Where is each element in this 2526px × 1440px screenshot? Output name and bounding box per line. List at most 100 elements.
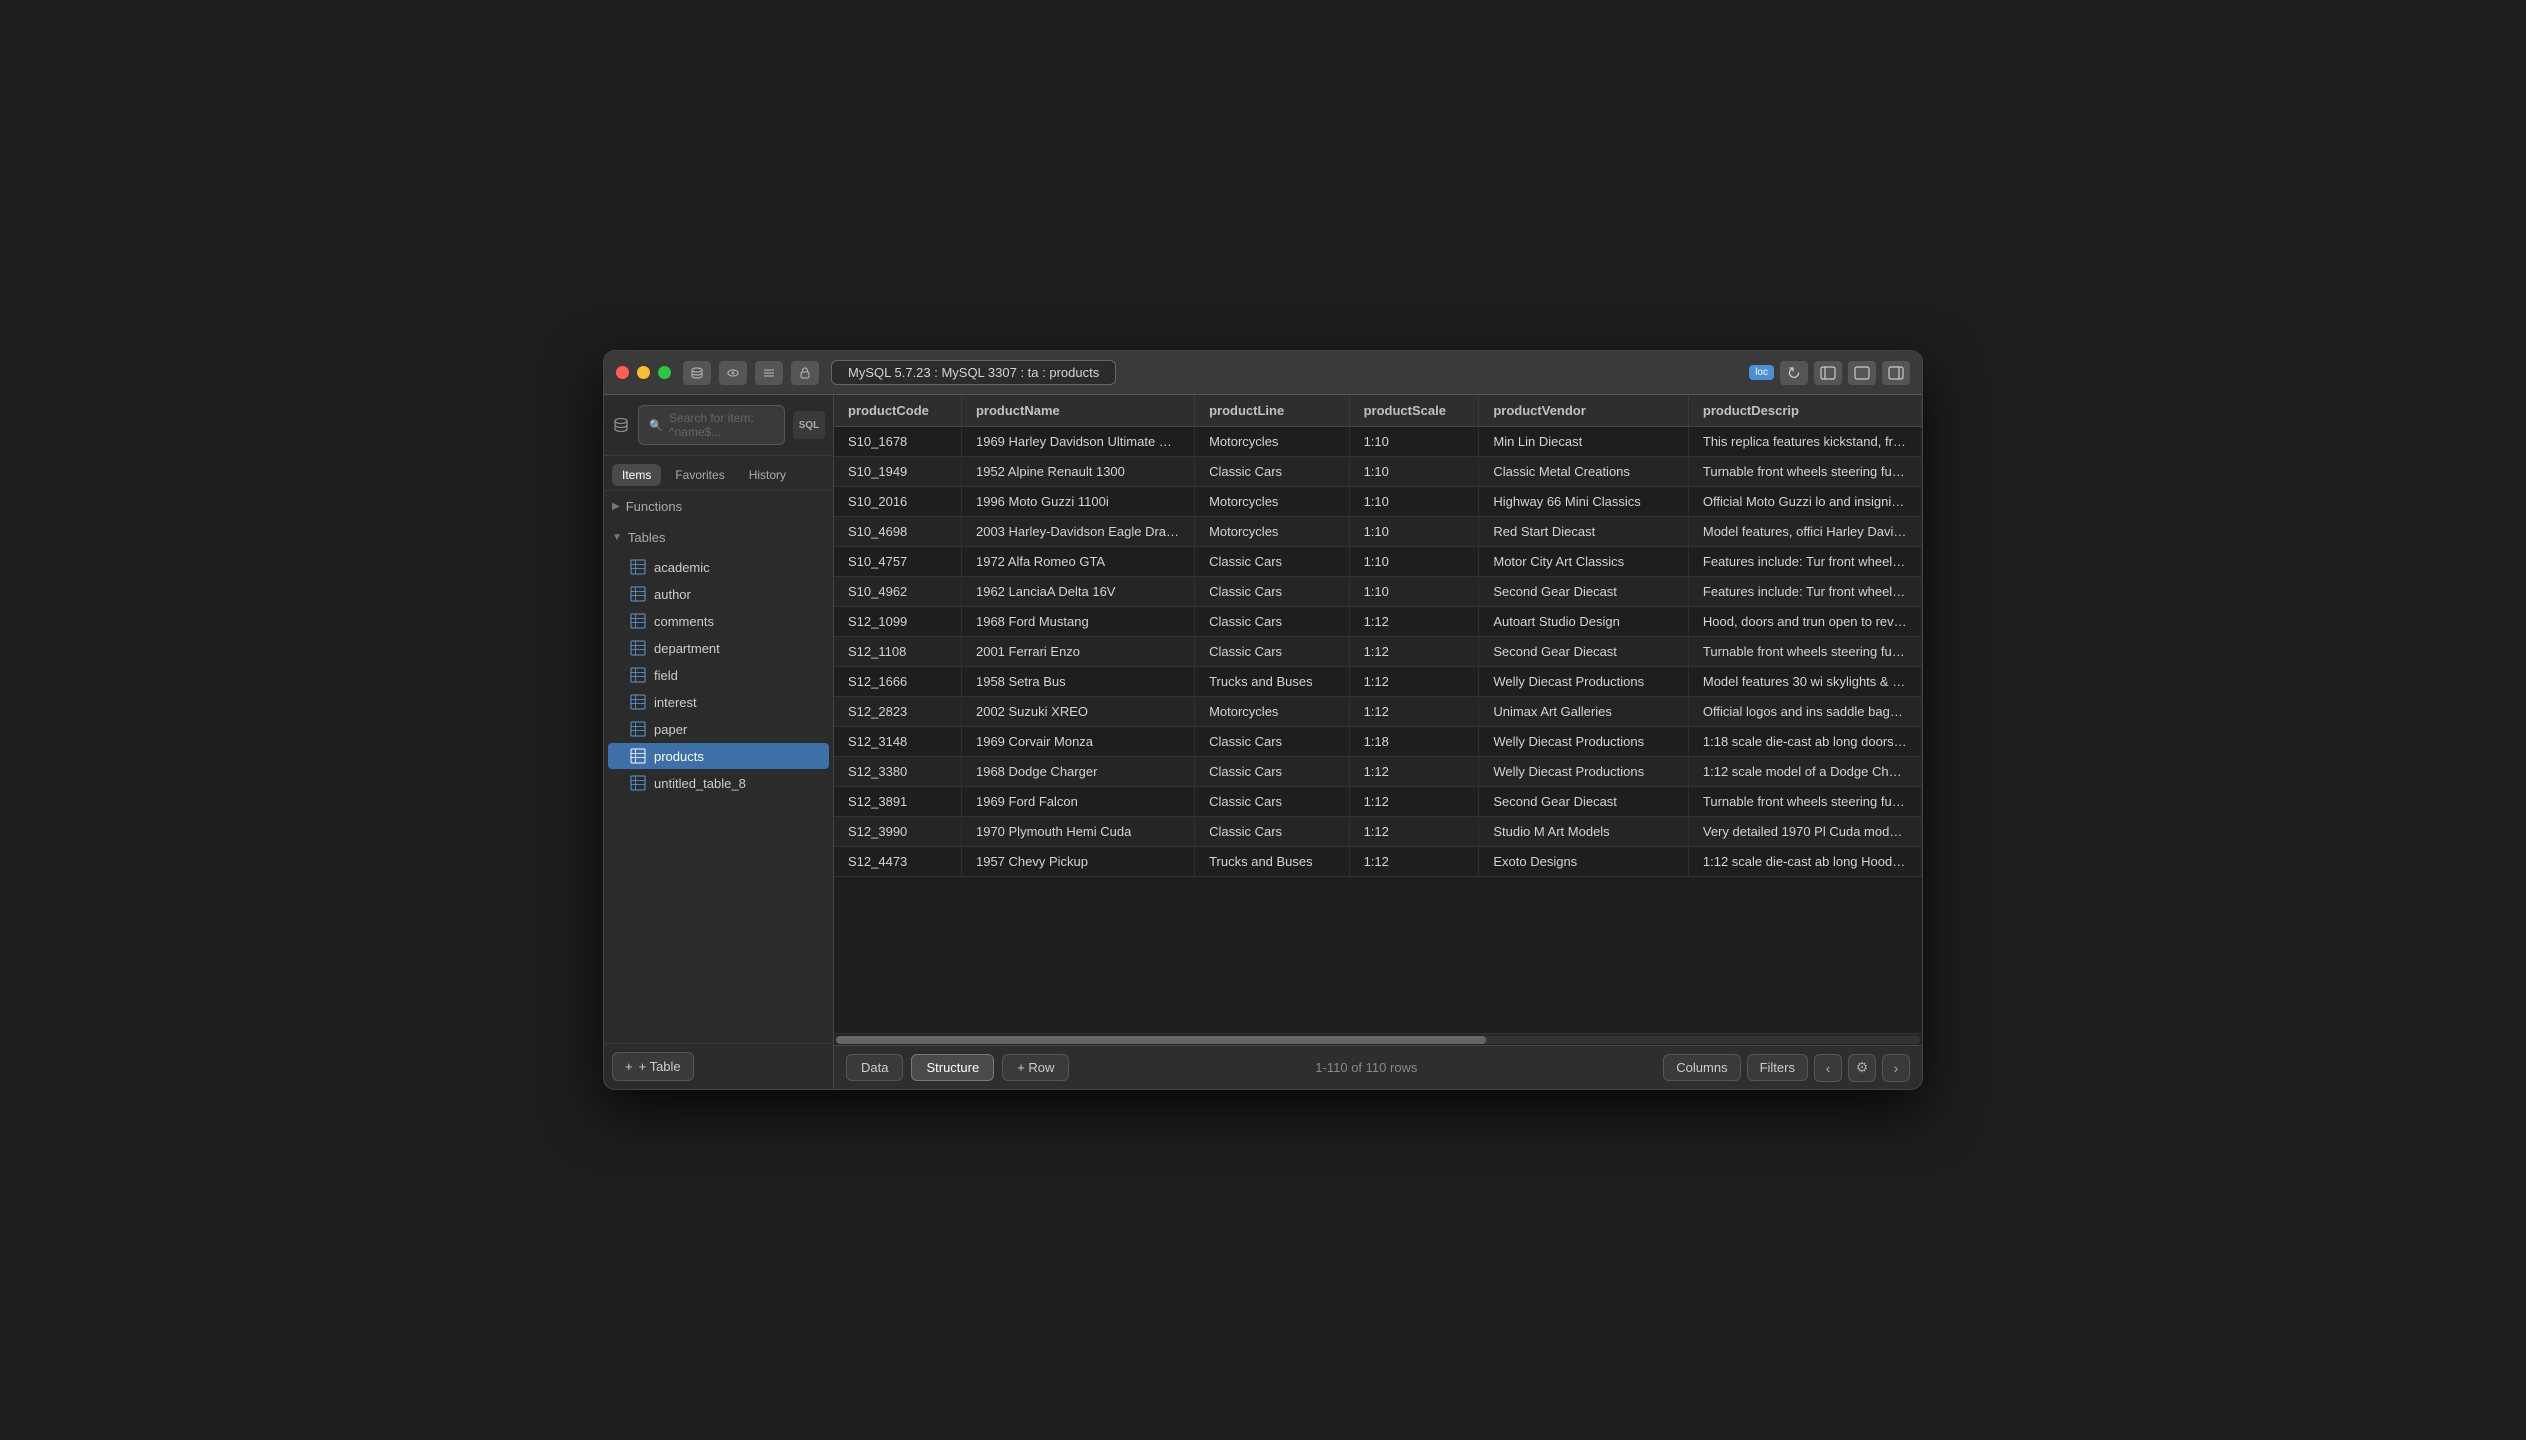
lock-icon[interactable] (791, 361, 819, 385)
cell-4-2[interactable]: Classic Cars (1195, 547, 1350, 577)
cell-6-4[interactable]: Autoart Studio Design (1479, 607, 1689, 637)
table-row[interactable]: S12_33801968 Dodge ChargerClassic Cars1:… (834, 757, 1922, 787)
table-row[interactable]: S10_16781969 Harley Davidson Ultimate Ch… (834, 427, 1922, 457)
cell-1-1[interactable]: 1952 Alpine Renault 1300 (961, 457, 1194, 487)
close-button[interactable] (616, 366, 629, 379)
table-row[interactable]: S12_16661958 Setra BusTrucks and Buses1:… (834, 667, 1922, 697)
cell-13-2[interactable]: Classic Cars (1195, 817, 1350, 847)
cell-10-2[interactable]: Classic Cars (1195, 727, 1350, 757)
data-tab-button[interactable]: Data (846, 1054, 903, 1081)
sidebar-item-interest[interactable]: interest (608, 689, 829, 715)
table-row[interactable]: S10_47571972 Alfa Romeo GTAClassic Cars1… (834, 547, 1922, 577)
cell-5-3[interactable]: 1:10 (1349, 577, 1479, 607)
sidebar-item-author[interactable]: author (608, 581, 829, 607)
cell-4-1[interactable]: 1972 Alfa Romeo GTA (961, 547, 1194, 577)
cell-13-0[interactable]: S12_3990 (834, 817, 961, 847)
cell-13-5[interactable]: Very detailed 1970 Pl Cuda model in 1:12… (1688, 817, 1921, 847)
cell-0-4[interactable]: Min Lin Diecast (1479, 427, 1689, 457)
cell-6-5[interactable]: Hood, doors and trun open to reveal high… (1688, 607, 1921, 637)
cell-10-3[interactable]: 1:18 (1349, 727, 1479, 757)
cell-9-1[interactable]: 2002 Suzuki XREO (961, 697, 1194, 727)
cell-11-4[interactable]: Welly Diecast Productions (1479, 757, 1689, 787)
table-row[interactable]: S12_39901970 Plymouth Hemi CudaClassic C… (834, 817, 1922, 847)
table-row[interactable]: S12_31481969 Corvair MonzaClassic Cars1:… (834, 727, 1922, 757)
menu-icon[interactable] (755, 361, 783, 385)
sidebar-sql-icon[interactable]: SQL (793, 411, 825, 439)
cell-7-4[interactable]: Second Gear Diecast (1479, 637, 1689, 667)
cell-0-0[interactable]: S10_1678 (834, 427, 961, 457)
cell-1-0[interactable]: S10_1949 (834, 457, 961, 487)
layout-center-button[interactable] (1848, 361, 1876, 385)
database-icon[interactable] (683, 361, 711, 385)
col-header-productVendor[interactable]: productVendor (1479, 395, 1689, 427)
cell-11-2[interactable]: Classic Cars (1195, 757, 1350, 787)
table-row[interactable]: S10_19491952 Alpine Renault 1300 Classic … (834, 457, 1922, 487)
table-row[interactable]: S12_11082001 Ferrari EnzoClassic Cars1:1… (834, 637, 1922, 667)
nav-next-button[interactable]: › (1882, 1054, 1910, 1082)
settings-button[interactable]: ⚙ (1848, 1054, 1876, 1082)
search-bar[interactable]: 🔍 Search for item: ^name$... (638, 405, 785, 445)
sidebar-item-department[interactable]: department (608, 635, 829, 661)
cell-0-5[interactable]: This replica features kickstand, front s… (1688, 427, 1921, 457)
cell-10-5[interactable]: 1:18 scale die-cast ab long doors open, … (1688, 727, 1921, 757)
maximize-button[interactable] (658, 366, 671, 379)
cell-6-0[interactable]: S12_1099 (834, 607, 961, 637)
cell-3-0[interactable]: S10_4698 (834, 517, 961, 547)
cell-14-2[interactable]: Trucks and Buses (1195, 847, 1350, 877)
cell-1-4[interactable]: Classic Metal Creations (1479, 457, 1689, 487)
cell-12-3[interactable]: 1:12 (1349, 787, 1479, 817)
cell-13-1[interactable]: 1970 Plymouth Hemi Cuda (961, 817, 1194, 847)
cell-2-1[interactable]: 1996 Moto Guzzi 1100i (961, 487, 1194, 517)
cell-4-5[interactable]: Features include: Tur front wheels; stee… (1688, 547, 1921, 577)
cell-12-0[interactable]: S12_3891 (834, 787, 961, 817)
cell-9-0[interactable]: S12_2823 (834, 697, 961, 727)
cell-14-3[interactable]: 1:12 (1349, 847, 1479, 877)
cell-0-2[interactable]: Motorcycles (1195, 427, 1350, 457)
table-row[interactable]: S10_46982003 Harley-Davidson Eagle Drag … (834, 517, 1922, 547)
cell-8-5[interactable]: Model features 30 wi skylights & glare r… (1688, 667, 1921, 697)
cell-9-5[interactable]: Official logos and ins saddle bags locat… (1688, 697, 1921, 727)
horizontal-scrollbar[interactable] (834, 1033, 1922, 1045)
cell-7-5[interactable]: Turnable front wheels steering function;… (1688, 637, 1921, 667)
table-row[interactable]: S10_20161996 Moto Guzzi 1100iMotorcycles… (834, 487, 1922, 517)
cell-11-1[interactable]: 1968 Dodge Charger (961, 757, 1194, 787)
cell-2-0[interactable]: S10_2016 (834, 487, 961, 517)
table-row[interactable]: S12_10991968 Ford MustangClassic Cars1:1… (834, 607, 1922, 637)
col-header-productCode[interactable]: productCode (834, 395, 961, 427)
cell-12-4[interactable]: Second Gear Diecast (1479, 787, 1689, 817)
tables-header[interactable]: ▼ Tables (604, 524, 833, 551)
cell-2-4[interactable]: Highway 66 Mini Classics (1479, 487, 1689, 517)
cell-8-1[interactable]: 1958 Setra Bus (961, 667, 1194, 697)
scrollbar-track[interactable] (836, 1036, 1920, 1044)
cell-7-0[interactable]: S12_1108 (834, 637, 961, 667)
minimize-button[interactable] (637, 366, 650, 379)
refresh-button[interactable] (1780, 361, 1808, 385)
cell-5-5[interactable]: Features include: Tur front wheels; stee… (1688, 577, 1921, 607)
col-header-productName[interactable]: productName (961, 395, 1194, 427)
cell-11-3[interactable]: 1:12 (1349, 757, 1479, 787)
col-header-productScale[interactable]: productScale (1349, 395, 1479, 427)
columns-button[interactable]: Columns (1663, 1054, 1740, 1081)
cell-11-5[interactable]: 1:12 scale model of a Dodge Charger. Hoo… (1688, 757, 1921, 787)
layout-left-button[interactable] (1814, 361, 1842, 385)
cell-8-3[interactable]: 1:12 (1349, 667, 1479, 697)
cell-3-1[interactable]: 2003 Harley-Davidson Eagle Drag Bike (961, 517, 1194, 547)
sidebar-item-untitled[interactable]: untitled_table_8 (608, 770, 829, 796)
cell-2-2[interactable]: Motorcycles (1195, 487, 1350, 517)
table-row[interactable]: S12_44731957 Chevy PickupTrucks and Buse… (834, 847, 1922, 877)
cell-1-3[interactable]: 1:10 (1349, 457, 1479, 487)
cell-2-3[interactable]: 1:10 (1349, 487, 1479, 517)
sidebar-item-academic[interactable]: academic (608, 554, 829, 580)
cell-5-4[interactable]: Second Gear Diecast (1479, 577, 1689, 607)
cell-7-3[interactable]: 1:12 (1349, 637, 1479, 667)
cell-6-3[interactable]: 1:12 (1349, 607, 1479, 637)
tab-favorites[interactable]: Favorites (665, 464, 734, 486)
tab-items[interactable]: Items (612, 464, 661, 486)
sidebar-item-paper[interactable]: paper (608, 716, 829, 742)
cell-8-2[interactable]: Trucks and Buses (1195, 667, 1350, 697)
cell-8-4[interactable]: Welly Diecast Productions (1479, 667, 1689, 697)
cell-6-1[interactable]: 1968 Ford Mustang (961, 607, 1194, 637)
cell-10-1[interactable]: 1969 Corvair Monza (961, 727, 1194, 757)
eye-icon[interactable] (719, 361, 747, 385)
sidebar-item-comments[interactable]: comments (608, 608, 829, 634)
